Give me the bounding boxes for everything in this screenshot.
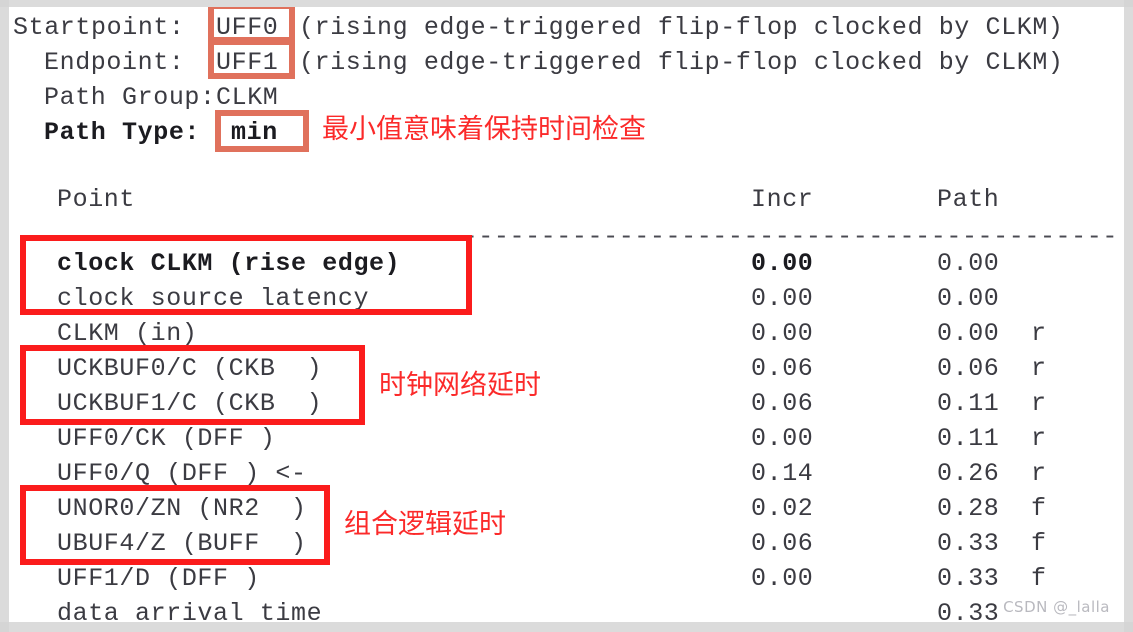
timing-report-page: Startpoint: UFF0 (rising edge-triggered … (9, 7, 1124, 622)
table-row-edge: f (1031, 494, 1047, 523)
table-row-path: 0.06 (937, 354, 1000, 383)
highlight-box-startpoint-value (208, 7, 295, 43)
table-row-point: UFF0/CK (DFF ) (57, 424, 276, 453)
table-row-path: 0.33 (937, 599, 1000, 622)
table-row-path: 0.28 (937, 494, 1000, 523)
table-row-path: 0.33 (937, 529, 1000, 558)
page-edge-top (0, 0, 1133, 7)
table-row-edge: f (1031, 529, 1047, 558)
highlight-box-clock-source-latency-group (20, 235, 472, 315)
table-row-incr: 0.06 (751, 354, 814, 383)
annotation-clock-network-delay-note: 时钟网络延时 (379, 370, 541, 401)
table-row-incr: 0.00 (751, 249, 814, 278)
table-row-incr: 0.14 (751, 459, 814, 488)
table-row-path: 0.11 (937, 424, 1000, 453)
annotation-hold-check-note: 最小值意味着保持时间检查 (322, 114, 646, 145)
screenshot-root: Startpoint: UFF0 (rising edge-triggered … (0, 0, 1133, 632)
table-row-incr: 0.06 (751, 389, 814, 418)
column-header-point: Point (57, 185, 136, 214)
table-row-path: 0.26 (937, 459, 1000, 488)
endpoint-description: (rising edge-triggered flip-flop clocked… (299, 48, 1064, 77)
annotation-comb-logic-delay-note: 组合逻辑延时 (344, 509, 506, 540)
table-row-incr: 0.00 (751, 284, 814, 313)
table-row-incr: 0.06 (751, 529, 814, 558)
highlight-box-path-type-value (215, 110, 309, 152)
table-row-point: UFF1/D (DFF ) (57, 564, 260, 593)
page-edge-right (1124, 0, 1133, 632)
table-row-path: 0.00 (937, 284, 1000, 313)
page-edge-left (0, 0, 9, 632)
startpoint-description: (rising edge-triggered flip-flop clocked… (299, 13, 1064, 42)
table-row-edge: r (1031, 354, 1047, 383)
path-type-label: Path Type: (44, 118, 201, 147)
table-row-edge: r (1031, 459, 1047, 488)
table-row-path: 0.00 (937, 319, 1000, 348)
table-row-point: data arrival time (57, 599, 323, 622)
table-row-path: 0.00 (937, 249, 1000, 278)
table-row-path: 0.33 (937, 564, 1000, 593)
highlight-box-comb-logic-delay-group (20, 485, 330, 565)
column-header-incr: Incr (751, 185, 814, 214)
table-row-incr: 0.00 (751, 424, 814, 453)
table-row-incr: 0.00 (751, 564, 814, 593)
table-row-edge: r (1031, 389, 1047, 418)
table-row-path: 0.11 (937, 389, 1000, 418)
table-row-incr: 0.00 (751, 319, 814, 348)
csdn-watermark: CSDN @_lalla (1003, 598, 1110, 616)
table-row-edge: f (1031, 564, 1047, 593)
highlight-box-clock-network-delay-group (20, 345, 365, 425)
page-edge-bottom (0, 622, 1133, 632)
column-header-path: Path (937, 185, 1000, 214)
endpoint-label: Endpoint: (44, 48, 185, 77)
table-row-edge: r (1031, 319, 1047, 348)
table-row-incr: 0.02 (751, 494, 814, 523)
highlight-box-endpoint-value (208, 39, 295, 79)
path-group-label: Path Group: (44, 83, 216, 112)
startpoint-label: Startpoint: (13, 13, 185, 42)
table-row-edge: r (1031, 424, 1047, 453)
